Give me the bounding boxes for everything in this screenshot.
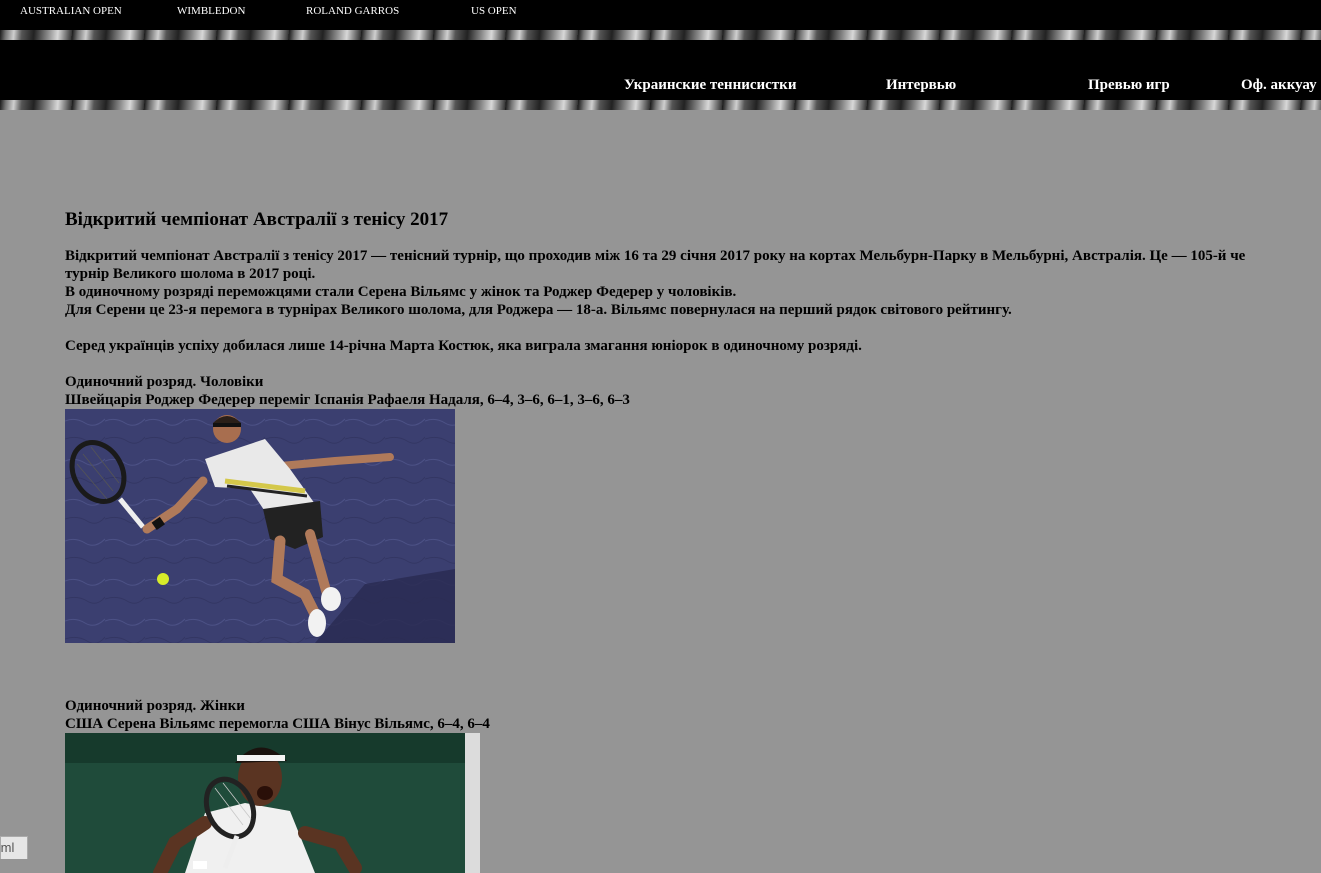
article: Відкритий чемпіонат Австралії з тенісу 2… [65, 208, 1315, 873]
nav-us-open[interactable]: US OPEN [471, 5, 517, 17]
nav-roland-garros[interactable]: ROLAND GARROS [306, 5, 399, 17]
article-records: Для Серени це 23-я перемога в турнірах В… [65, 302, 1012, 318]
nav-game-previews[interactable]: Превью игр [1088, 77, 1170, 94]
article-intro-line-1: Відкритий чемпіонат Австралії з тенісу 2… [65, 248, 1246, 264]
men-singles-heading: Одиночний розряд. Чоловіки [65, 374, 264, 390]
article-title: Відкритий чемпіонат Австралії з тенісу 2… [65, 209, 449, 230]
women-singles-heading: Одиночний розряд. Жінки [65, 698, 245, 714]
serena-photo [65, 733, 480, 873]
federer-photo [65, 409, 455, 643]
article-ukraine: Серед українців успіху добилася лише 14-… [65, 338, 862, 354]
banner-image-strip-top [0, 30, 1321, 40]
men-singles-result: Швейцарія Роджер Федерер переміг Іспанія… [65, 392, 630, 408]
top-navigation: AUSTRALIAN OPEN WIMBLEDON ROLAND GARROS … [0, 0, 1321, 30]
nav-ukrainian-players[interactable]: Украинские теннисистки [624, 77, 796, 94]
article-winners: В одиночному розряді переможцями стали С… [65, 284, 737, 300]
corner-tab[interactable]: tml [0, 836, 28, 859]
women-singles-result: США Серена Вільямс перемогла США Вінус В… [65, 716, 490, 732]
article-intro-line-2: турнір Великого шолома в 2017 році. [65, 266, 316, 282]
nav-interviews[interactable]: Интервью [886, 77, 956, 94]
nav-wimbledon[interactable]: WIMBLEDON [177, 5, 245, 17]
nav-australian-open[interactable]: AUSTRALIAN OPEN [20, 5, 122, 17]
header-banner: Украинские теннисистки Интервью Превью и… [0, 30, 1321, 110]
nav-official-accounts[interactable]: Оф. аккуау [1241, 77, 1317, 94]
banner-image-strip-bottom [0, 100, 1321, 110]
